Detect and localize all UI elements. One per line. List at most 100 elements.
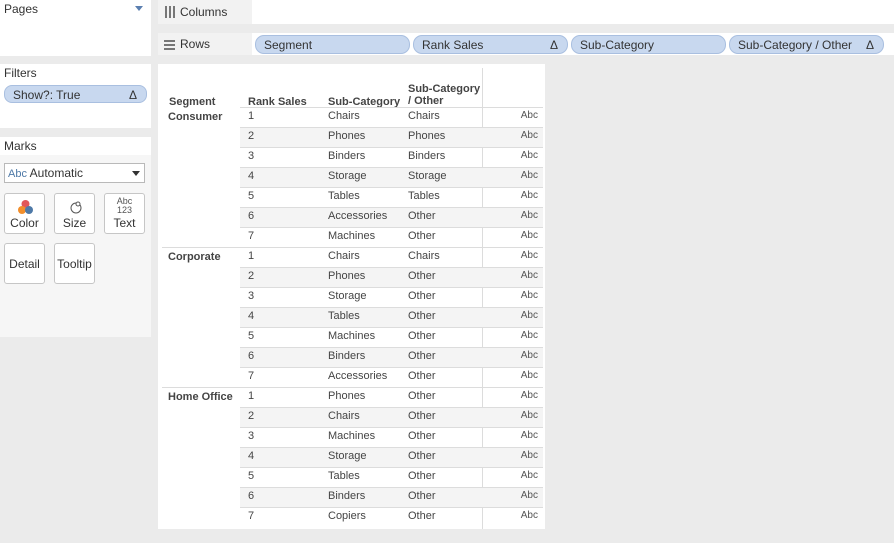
rank-cell[interactable]: 2 <box>248 270 254 282</box>
table-row[interactable]: 5 Machines Other Abc <box>240 327 543 347</box>
sub-category-cell[interactable]: Phones <box>328 270 365 282</box>
rank-cell[interactable]: 4 <box>248 310 254 322</box>
text-mark-cell[interactable]: Abc <box>521 510 538 521</box>
table-row[interactable]: 1 Chairs Chairs Abc <box>240 247 543 267</box>
text-mark-cell[interactable]: Abc <box>521 110 538 121</box>
text-mark-cell[interactable]: Abc <box>521 370 538 381</box>
text-mark-cell[interactable]: Abc <box>521 190 538 201</box>
table-row[interactable]: 7 Machines Other Abc <box>240 227 543 247</box>
sub-category-cell[interactable]: Machines <box>328 330 375 342</box>
table-row[interactable]: 2 Chairs Other Abc <box>240 407 543 427</box>
table-row[interactable]: 4 Storage Other Abc <box>240 447 543 467</box>
sub-category-other-cell[interactable]: Other <box>408 290 436 302</box>
sub-category-other-cell[interactable]: Other <box>408 270 436 282</box>
table-row[interactable]: 4 Storage Storage Abc <box>240 167 543 187</box>
color-button[interactable]: Color <box>4 193 45 234</box>
rank-cell[interactable]: 4 <box>248 450 254 462</box>
header-sub-category-other[interactable]: Sub-Category / Other <box>408 83 480 107</box>
columns-shelf[interactable]: Columns <box>158 0 894 24</box>
sub-category-cell[interactable]: Tables <box>328 190 360 202</box>
text-mark-cell[interactable]: Abc <box>521 210 538 221</box>
text-mark-cell[interactable]: Abc <box>521 390 538 401</box>
rank-cell[interactable]: 5 <box>248 190 254 202</box>
rank-cell[interactable]: 3 <box>248 430 254 442</box>
header-segment[interactable]: Segment <box>169 96 215 108</box>
sub-category-cell[interactable]: Phones <box>328 390 365 402</box>
sub-category-other-cell[interactable]: Other <box>408 470 436 482</box>
sub-category-other-cell[interactable]: Other <box>408 210 436 222</box>
sub-category-cell[interactable]: Machines <box>328 230 375 242</box>
sub-category-cell[interactable]: Storage <box>328 290 367 302</box>
table-row[interactable]: 2 Phones Other Abc <box>240 267 543 287</box>
table-row[interactable]: 6 Binders Other Abc <box>240 347 543 367</box>
rank-cell[interactable]: 7 <box>248 510 254 522</box>
sub-category-other-cell[interactable]: Binders <box>408 150 445 162</box>
sub-category-other-cell[interactable]: Other <box>408 330 436 342</box>
tooltip-button[interactable]: Tooltip <box>54 243 95 284</box>
text-mark-cell[interactable]: Abc <box>521 410 538 421</box>
filter-pill-show[interactable]: Show?: True Δ <box>4 85 147 103</box>
rank-cell[interactable]: 1 <box>248 250 254 262</box>
text-mark-cell[interactable]: Abc <box>521 130 538 141</box>
sub-category-cell[interactable]: Phones <box>328 130 365 142</box>
sub-category-cell[interactable]: Binders <box>328 150 365 162</box>
rank-cell[interactable]: 5 <box>248 330 254 342</box>
table-row[interactable]: 3 Binders Binders Abc <box>240 147 543 167</box>
table-row[interactable]: 1 Phones Other Abc <box>240 387 543 407</box>
sub-category-cell[interactable]: Storage <box>328 170 367 182</box>
table-row[interactable]: 4 Tables Other Abc <box>240 307 543 327</box>
text-mark-cell[interactable]: Abc <box>521 230 538 241</box>
sub-category-other-cell[interactable]: Other <box>408 450 436 462</box>
table-row[interactable]: 7 Copiers Other Abc <box>240 507 543 527</box>
row-pill-rank-sales[interactable]: Rank Sales Δ <box>413 35 568 54</box>
rank-cell[interactable]: 2 <box>248 410 254 422</box>
rank-cell[interactable]: 7 <box>248 370 254 382</box>
text-mark-cell[interactable]: Abc <box>521 450 538 461</box>
row-pill-sub-category[interactable]: Sub-Category <box>571 35 726 54</box>
text-mark-cell[interactable]: Abc <box>521 470 538 481</box>
sub-category-cell[interactable]: Chairs <box>328 250 360 262</box>
sub-category-cell[interactable]: Binders <box>328 350 365 362</box>
text-mark-cell[interactable]: Abc <box>521 430 538 441</box>
chevron-down-icon[interactable] <box>135 6 143 11</box>
mark-type-select[interactable]: Abc Automatic <box>4 163 145 183</box>
sub-category-other-cell[interactable]: Chairs <box>408 110 440 122</box>
sub-category-other-cell[interactable]: Other <box>408 350 436 362</box>
sub-category-cell[interactable]: Accessories <box>328 210 387 222</box>
rank-cell[interactable]: 2 <box>248 130 254 142</box>
text-mark-cell[interactable]: Abc <box>521 150 538 161</box>
text-mark-cell[interactable]: Abc <box>521 250 538 261</box>
sub-category-other-cell[interactable]: Other <box>408 430 436 442</box>
rank-cell[interactable]: 1 <box>248 390 254 402</box>
sub-category-other-cell[interactable]: Other <box>408 390 436 402</box>
rank-cell[interactable]: 5 <box>248 470 254 482</box>
segment-label[interactable]: Home Office <box>168 391 233 403</box>
table-row[interactable]: 2 Phones Phones Abc <box>240 127 543 147</box>
segment-label[interactable]: Corporate <box>168 251 221 263</box>
rank-cell[interactable]: 3 <box>248 290 254 302</box>
table-row[interactable]: 7 Accessories Other Abc <box>240 367 543 387</box>
rows-shelf[interactable]: Rows Segment Rank Sales Δ Sub-Category S… <box>158 33 894 55</box>
rank-cell[interactable]: 6 <box>248 490 254 502</box>
sub-category-cell[interactable]: Accessories <box>328 370 387 382</box>
text-mark-cell[interactable]: Abc <box>521 330 538 341</box>
sub-category-other-cell[interactable]: Other <box>408 230 436 242</box>
sub-category-cell[interactable]: Machines <box>328 430 375 442</box>
text-mark-cell[interactable]: Abc <box>521 490 538 501</box>
text-button[interactable]: Abc 123 Text <box>104 193 145 234</box>
table-row[interactable]: 1 Chairs Chairs Abc <box>240 107 543 127</box>
table-row[interactable]: 6 Accessories Other Abc <box>240 207 543 227</box>
table-row[interactable]: 5 Tables Other Abc <box>240 467 543 487</box>
table-row[interactable]: 6 Binders Other Abc <box>240 487 543 507</box>
rank-cell[interactable]: 6 <box>248 350 254 362</box>
sub-category-other-cell[interactable]: Other <box>408 310 436 322</box>
sub-category-other-cell[interactable]: Other <box>408 510 436 522</box>
view-table[interactable]: Segment Rank Sales Sub-Category Sub-Cate… <box>158 64 545 529</box>
text-mark-cell[interactable]: Abc <box>521 170 538 181</box>
rank-cell[interactable]: 3 <box>248 150 254 162</box>
table-row[interactable]: 5 Tables Tables Abc <box>240 187 543 207</box>
segment-label[interactable]: Consumer <box>168 111 222 123</box>
sub-category-other-cell[interactable]: Other <box>408 490 436 502</box>
sub-category-other-cell[interactable]: Other <box>408 410 436 422</box>
table-row[interactable]: 3 Storage Other Abc <box>240 287 543 307</box>
